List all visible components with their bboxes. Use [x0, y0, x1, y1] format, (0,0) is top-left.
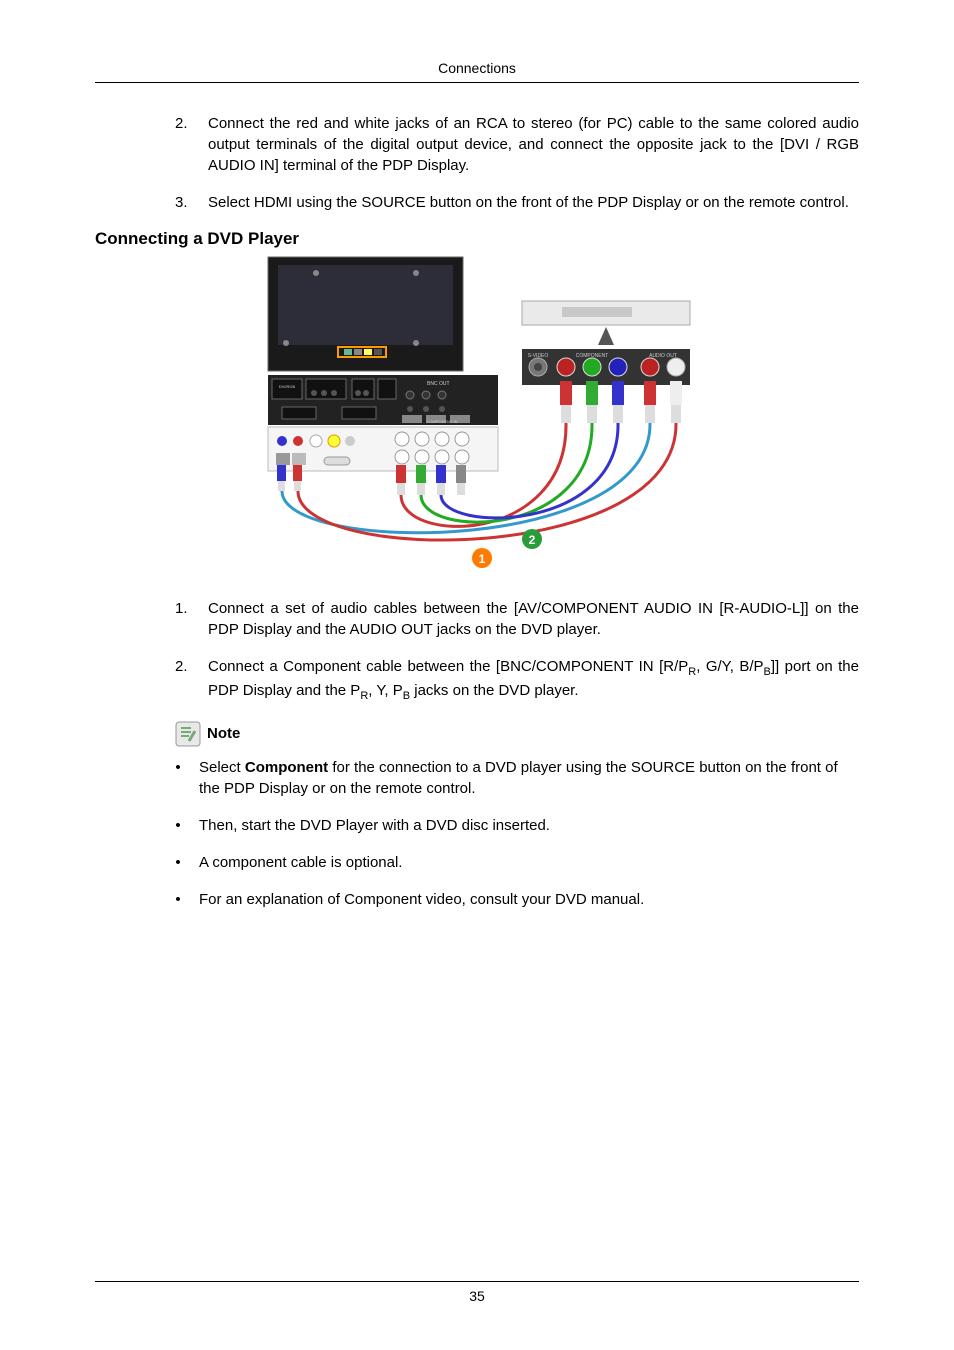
step-text: Select HDMI using the SOURCE button on t…: [208, 192, 859, 213]
step-number: 3.: [175, 192, 208, 213]
note-text: Then, start the DVD Player with a DVD di…: [199, 815, 859, 836]
step-number: 1.: [175, 598, 208, 640]
svg-text:COMPONENT: COMPONENT: [576, 353, 609, 359]
step-item: 2. Connect a Component cable between the…: [175, 656, 859, 705]
step-item: 1. Connect a set of audio cables between…: [175, 598, 859, 640]
svg-text:DVI/RGB: DVI/RGB: [279, 384, 296, 389]
page-header: Connections: [95, 60, 859, 83]
plug-green: [586, 381, 598, 423]
step-item: 3. Select HDMI using the SOURCE button o…: [175, 192, 859, 213]
plug-red: [560, 381, 572, 423]
svg-text:BNC OUT: BNC OUT: [427, 381, 450, 387]
svg-text:COMPONENT IN: COMPONENT IN: [426, 419, 457, 424]
note-text: Select Component for the connection to a…: [199, 757, 859, 799]
note-item: • A component cable is optional.: [175, 852, 859, 873]
step-number: 2.: [175, 656, 208, 705]
svg-text:S-VIDEO: S-VIDEO: [528, 353, 549, 359]
note-text: A component cable is optional.: [199, 852, 859, 873]
section-title: Connecting a DVD Player: [95, 229, 859, 249]
note-label: Note: [207, 725, 240, 742]
bullet-dot: •: [175, 852, 181, 873]
note-item: • For an explanation of Component video,…: [175, 889, 859, 910]
step-text: Connect a Component cable between the [B…: [208, 656, 859, 705]
connection-diagram: S-VIDEO COMPONENT AUDIO OUT DVI/RGB: [95, 255, 859, 580]
plug-white: [670, 381, 682, 423]
note-icon: [175, 721, 201, 747]
note-text: For an explanation of Component video, c…: [199, 889, 859, 910]
page-number: 35: [95, 1281, 859, 1304]
note-heading: Note: [175, 721, 859, 747]
svg-text:1: 1: [479, 552, 486, 566]
note-item: • Select Component for the connection to…: [175, 757, 859, 799]
step-text: Connect the red and white jacks of an RC…: [208, 113, 859, 176]
step-item: 2. Connect the red and white jacks of an…: [175, 113, 859, 176]
plug-blue: [612, 381, 624, 423]
svg-text:AUDIO OUT: AUDIO OUT: [649, 353, 677, 359]
svg-text:2: 2: [529, 533, 536, 547]
step-text: Connect a set of audio cables between th…: [208, 598, 859, 640]
bullet-dot: •: [175, 815, 181, 836]
plug-red2: [644, 381, 656, 423]
bullet-dot: •: [175, 757, 181, 799]
bullet-dot: •: [175, 889, 181, 910]
note-item: • Then, start the DVD Player with a DVD …: [175, 815, 859, 836]
step-number: 2.: [175, 113, 208, 176]
